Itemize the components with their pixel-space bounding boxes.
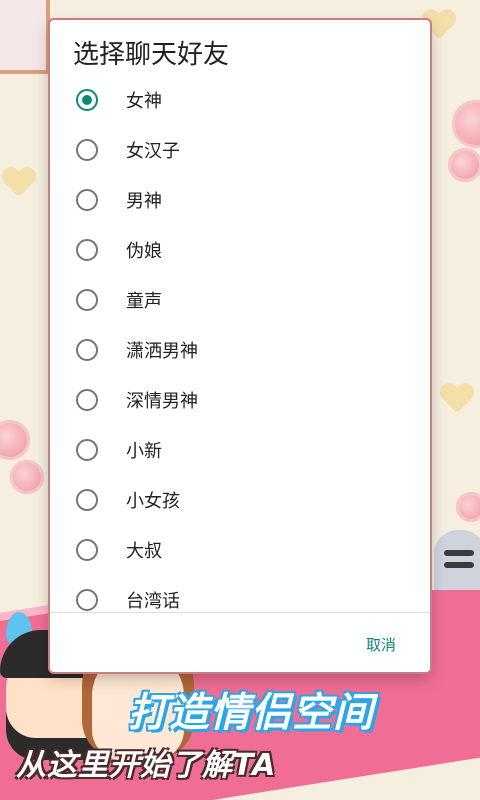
banner-slogan-main: 打造情侣空间 (128, 690, 374, 736)
dialog-title: 选择聊天好友 (73, 40, 230, 70)
option-label: 潇洒男神 (126, 341, 198, 362)
option-label: 台湾话 (126, 591, 180, 612)
option-item[interactable]: 台湾话 (50, 575, 430, 615)
option-label: 童声 (126, 291, 162, 312)
option-label: 女神 (126, 91, 162, 112)
option-item[interactable]: 女汉子 (50, 125, 430, 175)
rose-decoration (456, 492, 480, 522)
option-list: 女神 女汉子 男神 伪娘 童声 潇洒男神 深情男神 小新 小女孩 大叔 台湾话 (50, 75, 430, 615)
banner-slogan-sub: 从这里开始了解TA (16, 748, 277, 783)
option-item[interactable]: 潇洒男神 (50, 325, 430, 375)
option-item[interactable]: 男神 (50, 175, 430, 225)
option-item[interactable]: 女神 (50, 75, 430, 125)
rose-decoration (10, 460, 44, 494)
radio-button-icon[interactable] (76, 489, 98, 511)
radio-button-icon[interactable] (76, 539, 98, 561)
cancel-button[interactable]: 取消 (360, 630, 402, 659)
option-label: 小新 (126, 441, 162, 462)
rose-decoration (0, 420, 30, 460)
option-label: 大叔 (126, 541, 162, 562)
rose-decoration (452, 100, 480, 148)
option-label: 小女孩 (126, 491, 180, 512)
option-item[interactable]: 深情男神 (50, 375, 430, 425)
option-label: 深情男神 (126, 391, 198, 412)
heart-decoration (440, 384, 474, 414)
option-label: 女汉子 (126, 141, 180, 162)
rose-decoration (448, 148, 480, 182)
radio-button-icon[interactable] (76, 289, 98, 311)
option-item[interactable]: 伪娘 (50, 225, 430, 275)
radio-button-icon[interactable] (76, 189, 98, 211)
option-label: 男神 (126, 191, 162, 212)
radio-button-icon[interactable] (76, 339, 98, 361)
radio-button-icon[interactable] (76, 89, 98, 111)
radio-button-icon[interactable] (76, 589, 98, 611)
option-label: 伪娘 (126, 241, 162, 262)
radio-button-icon[interactable] (76, 389, 98, 411)
option-item[interactable]: 童声 (50, 275, 430, 325)
radio-button-icon[interactable] (76, 239, 98, 261)
option-item[interactable]: 小女孩 (50, 475, 430, 525)
heart-decoration (2, 168, 36, 198)
radio-button-icon[interactable] (76, 139, 98, 161)
radio-button-icon[interactable] (76, 439, 98, 461)
option-item[interactable]: 小新 (50, 425, 430, 475)
dialog-divider (50, 612, 430, 613)
select-chat-friend-dialog: 选择聊天好友 女神 女汉子 男神 伪娘 童声 潇洒男神 深情男神 小新 小女孩 … (50, 20, 430, 672)
option-item[interactable]: 大叔 (50, 525, 430, 575)
photo-frame-decoration (0, 0, 50, 74)
